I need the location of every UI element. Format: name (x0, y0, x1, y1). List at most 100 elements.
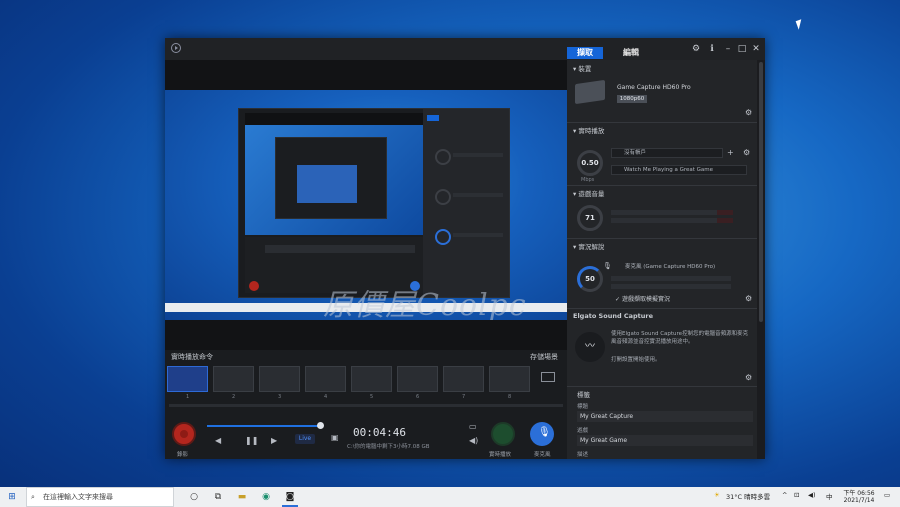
live-button[interactable]: Live (295, 434, 315, 444)
game-audio-section-title[interactable]: ▾ 遊戲音量 (573, 188, 604, 198)
game-input[interactable]: My Great Game (577, 435, 753, 446)
game-capture-taskbar-icon[interactable]: ◙ (284, 491, 296, 503)
add-account-icon[interactable]: + (727, 148, 734, 157)
divider (567, 308, 757, 309)
file-explorer-icon[interactable]: ▬ (236, 491, 248, 503)
preview-bottom-bar (165, 320, 567, 350)
clock-date[interactable]: 2021/7/14 (842, 497, 876, 504)
divider (567, 185, 757, 186)
tray-chevron-icon[interactable]: ^ (782, 491, 787, 499)
scene-number: 3 (278, 394, 282, 400)
minimize-icon[interactable]: – (723, 44, 733, 54)
device-settings-icon[interactable]: ⚙ (745, 108, 752, 117)
task-view-icon[interactable]: ⧉ (212, 491, 224, 503)
tab-edit[interactable]: 編輯 (613, 47, 649, 59)
taskbar-search-placeholder: 在這裡輸入文字來搜尋 (43, 493, 113, 501)
speaker-icon[interactable]: ◀) (808, 491, 816, 499)
save-scenes-link[interactable]: 存儲場景 (530, 352, 558, 362)
maximize-icon[interactable]: □ (737, 44, 747, 54)
network-icon[interactable]: ⊡ (794, 491, 799, 499)
notification-icon[interactable]: ▭ (884, 491, 890, 499)
stream-account-select[interactable]: 沒有帳戶 (611, 148, 723, 158)
sound-capture-settings-icon[interactable]: ⚙ (745, 373, 752, 382)
commentary-section-label: 實況解說 (578, 243, 605, 251)
scene-thumb[interactable]: 3 (259, 366, 300, 400)
scenes-title: 實時播放命令 (171, 353, 213, 361)
panel-scrollbar-thumb[interactable] (759, 62, 763, 322)
search-icon: ⌕ (31, 493, 35, 501)
mic-option-checkbox[interactable]: ✓ 遊戲擷取模擬實況 (615, 294, 670, 303)
scene-thumb[interactable]: 1 (167, 366, 208, 400)
stream-button[interactable] (491, 422, 515, 446)
close-icon[interactable]: ✕ (751, 44, 761, 54)
tab-capture[interactable]: 擷取 (567, 47, 603, 59)
sound-capture-link[interactable]: 打開設置開始使用。 (611, 355, 661, 363)
taskbar-search-box[interactable]: ⌕ 在這裡輸入文字來搜尋 (26, 487, 174, 507)
settings-gear-icon[interactable]: ⚙ (691, 44, 701, 54)
scene-number: 7 (462, 394, 466, 400)
input-method-icon[interactable]: 中 (826, 491, 833, 501)
divider (567, 122, 757, 123)
commentary-section-title[interactable]: ▾ 實況解說 (573, 241, 604, 251)
weather-text[interactable]: 31°C 晴時多雲 (726, 491, 770, 501)
scene-thumb[interactable]: 5 (351, 366, 392, 400)
scene-number: 6 (416, 394, 420, 400)
scene-thumb[interactable]: 2 (213, 366, 254, 400)
scene-thumb[interactable]: 4 (305, 366, 346, 400)
mic-settings-icon[interactable]: ⚙ (745, 294, 752, 303)
title-field-label: 標題 (577, 404, 589, 410)
monitor-icon[interactable]: ▭ (469, 422, 477, 431)
sound-capture-title: Elgato Sound Capture (573, 312, 654, 320)
account-settings-icon[interactable]: ⚙ (743, 148, 750, 157)
scene-thumb[interactable]: 8 (489, 366, 530, 400)
divider (567, 238, 757, 239)
cortana-icon[interactable]: ○ (188, 491, 200, 503)
playback-handle[interactable] (317, 422, 324, 429)
game-audio-section-label: 遊戲音量 (578, 190, 605, 198)
stream-title-field[interactable]: Watch Me Playing a Great Game (611, 165, 747, 175)
record-button[interactable] (172, 422, 196, 446)
add-scene-icon[interactable] (541, 372, 555, 382)
tags-section-title: 標籤 (577, 391, 590, 399)
scene-thumb[interactable]: 6 (397, 366, 438, 400)
rewind-icon[interactable]: ◀ (215, 436, 221, 445)
app-logo-icon (171, 43, 181, 53)
microphone-label: 麥克風 (534, 452, 551, 458)
watermark-text: 原價屋Coolpc (323, 288, 527, 323)
start-icon[interactable]: ⊞ (6, 491, 18, 503)
resolution-badge[interactable]: 1080p60 (617, 95, 647, 103)
edge-browser-icon[interactable]: ◉ (260, 491, 272, 503)
forward-icon[interactable]: ▶ (271, 436, 277, 445)
mic-audio-meter (611, 276, 731, 281)
control-area: 實時播放命令 存儲場景 1 2 3 4 5 6 7 8 錄影 ◀ ❚❚ ▶ Li… (165, 350, 567, 459)
mic-audio-meter (611, 284, 731, 289)
bitrate-dial[interactable]: 0.50 (577, 150, 603, 176)
mic-option-label: 遊戲擷取模擬實況 (621, 296, 670, 303)
live-preview[interactable]: 原價屋Coolpc (165, 90, 567, 323)
clock-time[interactable]: 下午 06:56 (842, 488, 876, 497)
mouse-cursor (795, 19, 805, 30)
game-volume-dial[interactable]: 71 (577, 205, 603, 231)
volume-icon[interactable]: ◀) (469, 436, 478, 445)
microphone-button[interactable]: 🎙 (530, 422, 554, 446)
snapshot-icon[interactable]: ▣ (331, 433, 339, 442)
game-audio-meter (611, 210, 731, 215)
title-input[interactable]: My Great Capture (577, 411, 753, 422)
game-audio-meter-peak (717, 218, 733, 223)
capture-card-image (575, 79, 605, 105)
pause-icon[interactable]: ❚❚ (245, 436, 258, 445)
scene-thumbnails: 1 2 3 4 5 6 7 8 (167, 366, 530, 400)
mic-device-select[interactable]: 麥克風 (Game Capture HD60 Pro) (613, 263, 739, 273)
game-capture-window: 擷取 編輯 ⚙ ℹ – □ ✕ 原價屋Coolpc 實時播放命令 存儲場景 1 … (165, 38, 765, 459)
stream-section-title[interactable]: ▾ 實時播放 (573, 125, 604, 135)
bitrate-unit: Mbps (581, 177, 595, 183)
right-panel: ▾ 裝置 Game Capture HD60 Pro 1080p60 ⚙ ▾ 實… (567, 60, 757, 459)
scene-number: 5 (370, 394, 374, 400)
info-icon[interactable]: ℹ (707, 44, 717, 54)
device-section-title[interactable]: ▾ 裝置 (573, 63, 591, 73)
scene-number: 2 (232, 394, 236, 400)
scene-thumb[interactable]: 7 (443, 366, 484, 400)
mic-volume-dial[interactable]: 50 (577, 266, 603, 292)
timeline-scrollbar[interactable] (169, 404, 563, 407)
timecode: 00:04:46 (353, 426, 406, 439)
